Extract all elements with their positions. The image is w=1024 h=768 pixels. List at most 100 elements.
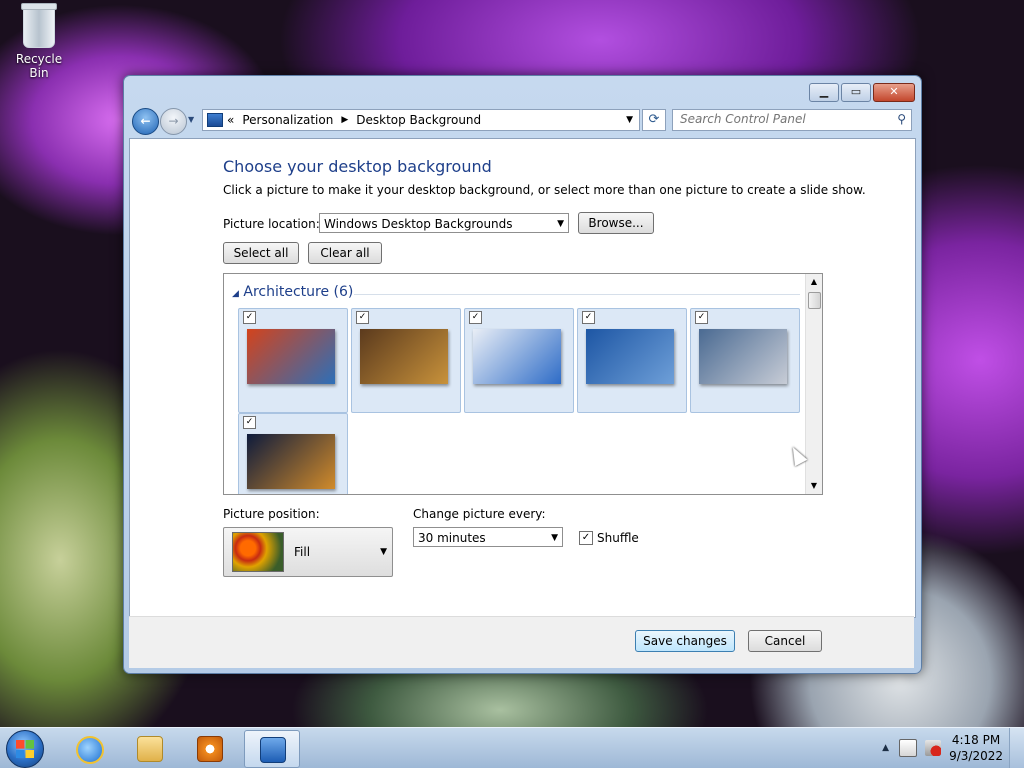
picture-location-label: Picture location: <box>223 217 320 231</box>
back-arrow-icon: ← <box>140 114 151 128</box>
thumbnail-checkbox[interactable]: ✓ <box>469 311 482 324</box>
close-button[interactable]: ✕ <box>873 83 915 102</box>
search-input[interactable] <box>673 110 880 128</box>
recycle-bin-icon <box>21 3 57 48</box>
shuffle-option[interactable]: ✓ Shuffle <box>579 531 639 545</box>
taskbar-explorer[interactable] <box>122 730 176 766</box>
close-icon: ✕ <box>889 85 899 98</box>
group-header[interactable]: ◢ Architecture (6) <box>232 284 353 300</box>
group-divider <box>354 294 800 295</box>
clock[interactable]: 4:18 PM 9/3/2022 <box>949 732 1003 764</box>
forward-button[interactable]: → <box>160 108 187 135</box>
forward-arrow-icon: → <box>168 114 179 128</box>
picture-position-label: Picture position: <box>223 507 320 521</box>
thumbnail-checkbox[interactable]: ✓ <box>243 311 256 324</box>
clear-all-button[interactable]: Clear all <box>308 242 382 264</box>
group-label: Architecture (6) <box>243 284 354 300</box>
change-picture-value: 30 minutes <box>418 531 486 545</box>
thumbnail-image <box>699 329 787 384</box>
clock-time: 4:18 PM <box>951 733 1001 747</box>
select-all-button[interactable]: Select all <box>223 242 299 264</box>
scroll-down-icon[interactable]: ▼ <box>806 478 822 494</box>
thumbnail-checkbox[interactable]: ✓ <box>695 311 708 324</box>
save-changes-button[interactable]: Save changes <box>635 630 735 652</box>
internet-explorer-icon <box>76 736 104 764</box>
browse-button[interactable]: Browse... <box>578 212 654 234</box>
show-hidden-icons-icon[interactable]: ▲ <box>882 743 889 753</box>
recent-pages-dropdown[interactable]: ▼ <box>188 115 194 124</box>
picture-position-value: Fill <box>294 545 311 559</box>
breadcrumb-desktop-background[interactable]: Desktop Background <box>356 113 481 127</box>
scroll-thumb[interactable] <box>808 292 821 309</box>
thumbnail[interactable]: ✓ <box>690 308 800 413</box>
refresh-icon: ⟳ <box>648 112 660 127</box>
change-picture-label: Change picture every: <box>413 507 546 521</box>
taskbar-media-player[interactable] <box>182 730 236 766</box>
scroll-up-icon[interactable]: ▲ <box>806 274 822 290</box>
search-box[interactable]: ⚲ <box>672 109 912 131</box>
refresh-button[interactable]: ⟳ <box>642 109 666 131</box>
thumbnail-checkbox[interactable]: ✓ <box>356 311 369 324</box>
thumbnail[interactable]: ✓ <box>577 308 687 413</box>
thumbnail-image <box>473 329 561 384</box>
shuffle-label: Shuffle <box>597 531 639 545</box>
thumbnail-image <box>247 329 335 384</box>
minimize-icon: ▁ <box>819 85 829 98</box>
address-dropdown-icon[interactable]: ▼ <box>626 115 633 125</box>
picture-gallery: ◢ Architecture (6) ✓ ✓ ✓ ✓ ✓ ✓ ▲ ▼ <box>223 273 823 495</box>
page-title: Choose your desktop background <box>223 157 492 176</box>
folder-icon <box>137 736 163 762</box>
picture-position-select[interactable]: Fill ▼ <box>223 527 393 577</box>
address-bar[interactable]: « Personalization ▶ Desktop Background ▼ <box>202 109 640 131</box>
thumbnail[interactable]: ✓ <box>238 308 348 413</box>
clock-date: 9/3/2022 <box>949 749 1003 763</box>
chevron-down-icon: ▼ <box>557 219 564 229</box>
thumbnail[interactable]: ✓ <box>351 308 461 413</box>
chevron-down-icon: ▼ <box>551 533 558 543</box>
picture-location-value: Windows Desktop Backgrounds <box>324 217 513 231</box>
desktop-background-window: ▁ ▭ ✕ ← → ▼ « Personalization ▶ Desktop … <box>123 75 922 674</box>
taskbar: ▲ 4:18 PM 9/3/2022 <box>0 727 1024 768</box>
thumbnail-image <box>586 329 674 384</box>
windows-logo-icon <box>16 740 34 758</box>
action-center-icon[interactable] <box>899 739 918 757</box>
thumbnail-image <box>247 434 335 489</box>
thumbnail-image <box>360 329 448 384</box>
show-desktop-button[interactable] <box>1009 728 1024 768</box>
maximize-icon: ▭ <box>850 85 862 98</box>
recycle-bin[interactable]: Recycle Bin <box>6 3 72 80</box>
shuffle-checkbox[interactable]: ✓ <box>579 531 593 545</box>
minimize-button[interactable]: ▁ <box>809 83 839 102</box>
control-panel-icon <box>207 113 223 127</box>
taskbar-internet-explorer[interactable] <box>61 730 115 766</box>
start-button[interactable] <box>6 730 44 768</box>
change-picture-select[interactable]: 30 minutes ▼ <box>413 527 563 547</box>
recycle-bin-label: Recycle Bin <box>15 52 63 80</box>
gallery-scrollbar[interactable]: ▲ ▼ <box>805 274 822 494</box>
thumbnail[interactable]: ✓ <box>238 413 348 494</box>
system-tray: ▲ 4:18 PM 9/3/2022 <box>882 728 1024 768</box>
caption-buttons: ▁ ▭ ✕ <box>807 83 915 102</box>
taskbar-control-panel[interactable] <box>244 730 300 768</box>
footer-bar: Save changes Cancel <box>129 616 914 668</box>
thumbnail-checkbox[interactable]: ✓ <box>582 311 595 324</box>
chevron-down-icon: ▼ <box>380 547 387 557</box>
maximize-button[interactable]: ▭ <box>841 83 871 102</box>
thumbnail-checkbox[interactable]: ✓ <box>243 416 256 429</box>
search-icon[interactable]: ⚲ <box>897 112 906 126</box>
volume-muted-icon[interactable] <box>925 740 942 756</box>
control-panel-icon <box>260 737 286 763</box>
breadcrumb-separator-icon[interactable]: ▶ <box>341 115 348 125</box>
thumbnail[interactable]: ✓ <box>464 308 574 413</box>
collapse-triangle-icon: ◢ <box>232 289 239 299</box>
breadcrumb-personalization[interactable]: Personalization <box>242 113 333 127</box>
page-subtitle: Click a picture to make it your desktop … <box>223 183 866 197</box>
cancel-button[interactable]: Cancel <box>748 630 822 652</box>
navigation-bar: ← → ▼ « Personalization ▶ Desktop Backgr… <box>132 106 913 135</box>
picture-location-select[interactable]: Windows Desktop Backgrounds ▼ <box>319 213 569 233</box>
breadcrumb-overflow[interactable]: « <box>227 113 234 127</box>
position-preview-image <box>232 532 284 572</box>
content-pane: Choose your desktop background Click a p… <box>129 138 916 618</box>
back-button[interactable]: ← <box>132 108 159 135</box>
media-player-icon <box>197 736 223 762</box>
